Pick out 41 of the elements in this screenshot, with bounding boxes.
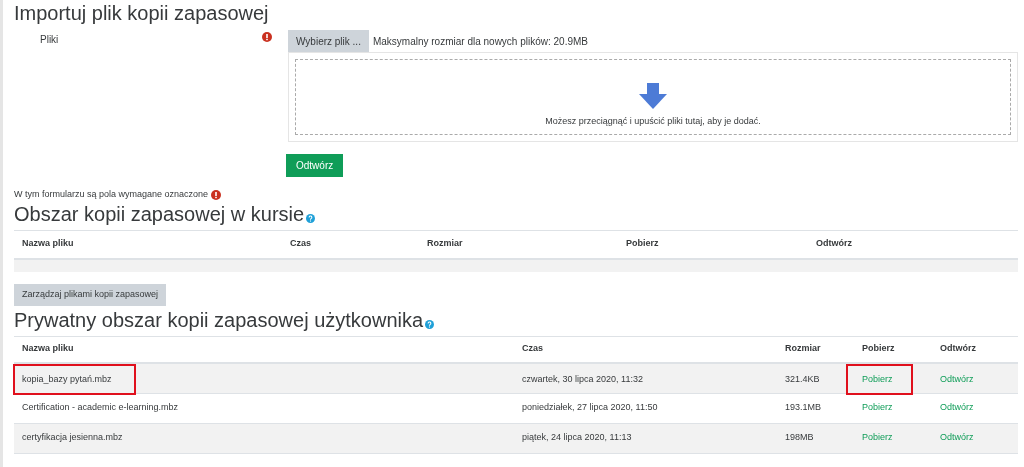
column-header: Rozmiar <box>785 342 822 356</box>
file-name: certyfikacja jesienna.mbz <box>22 431 123 445</box>
manage-backups-button[interactable]: Zarządzaj plikami kopii zapasowej <box>14 283 167 306</box>
file-size: 193.1MB <box>785 401 823 415</box>
file-size: 321.4KB <box>785 372 821 386</box>
column-header: Nazwa pliku <box>22 237 75 251</box>
file-size: 198MB <box>785 431 815 445</box>
section-title: Prywatny obszar kopii zapasowej użytkownika <box>14 307 424 332</box>
arrow-down-icon <box>639 82 667 109</box>
drop-zone[interactable]: Możesz przeciągnąć i upuścić pliki tutaj, aby je dodać. <box>288 52 1018 142</box>
section-title: Importuj plik kopii zapasowej <box>14 1 270 25</box>
restore-link[interactable]: Odtwórz <box>940 372 1010 386</box>
required-icon <box>211 189 222 200</box>
download-link[interactable]: Pobierz <box>846 363 913 395</box>
help-icon[interactable] <box>425 319 435 329</box>
backup-time: piątek, 24 lipca 2020, 11:13 <box>522 431 633 445</box>
download-link[interactable]: Pobierz <box>862 401 893 415</box>
max-size-text: Maksymalny rozmiar dla nowych plików: 20.9MB <box>372 34 588 49</box>
column-header: Pobierz <box>626 237 660 251</box>
required-note: W tym formularzu są pola wymagane oznaczone <box>14 188 209 201</box>
download-link[interactable]: Pobierz <box>862 431 893 445</box>
column-header: Rozmiar <box>427 237 464 251</box>
column-header: Odtwórz <box>940 342 977 356</box>
column-header: Pobierz <box>862 342 896 356</box>
file-name: kopia_bazy pytań.mbz <box>13 363 136 395</box>
required-icon <box>262 32 272 42</box>
restore-button[interactable]: Odtwórz <box>286 154 344 177</box>
help-icon[interactable] <box>306 213 316 223</box>
column-header: Odtwórz <box>816 237 853 251</box>
field-label: Pliki <box>40 33 59 47</box>
choose-file-button[interactable]: Wybierz plik ... <box>288 30 369 52</box>
backup-time: poniedziałek, 27 lipca 2020, 11:50 <box>522 401 659 415</box>
file-name: Certification - academic e-learning.mbz <box>22 401 179 415</box>
column-header: Czas <box>522 342 544 356</box>
restore-link[interactable]: Odtwórz <box>940 431 1010 445</box>
restore-link[interactable]: Odtwórz <box>940 401 1010 415</box>
drop-hint: Możesz przeciągnąć i upuścić pliki tutaj, aby je dodać. <box>545 114 761 128</box>
section-title: Obszar kopii zapasowej w kursie <box>14 201 305 226</box>
column-header: Nazwa pliku <box>22 342 75 356</box>
backup-time: czwartek, 30 lipca 2020, 11:32 <box>522 372 644 386</box>
column-header: Czas <box>290 237 312 251</box>
